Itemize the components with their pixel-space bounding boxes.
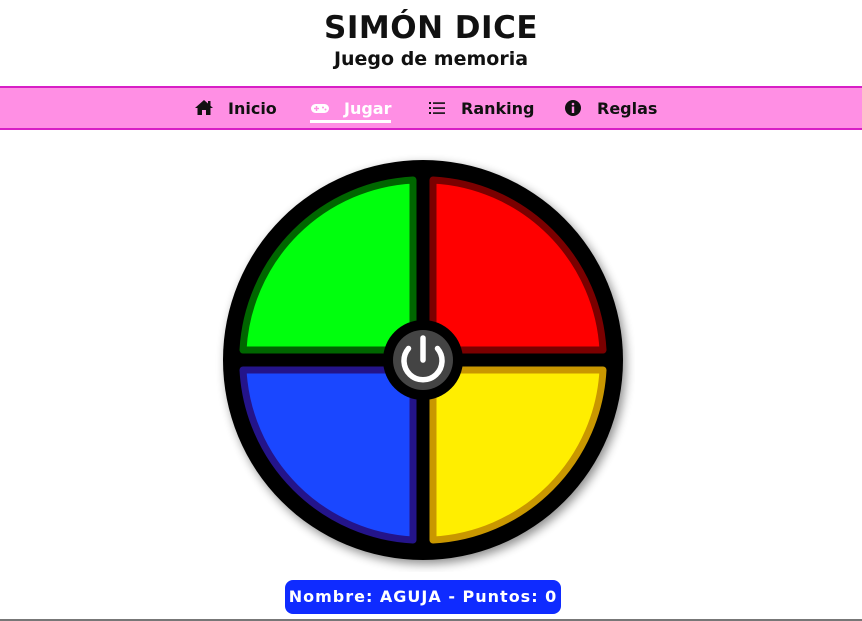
list-icon (427, 98, 447, 118)
green-pad[interactable] (239, 176, 417, 354)
status-badge: Nombre: AGUJA - Puntos: 0 (285, 580, 561, 614)
nav-item-reglas[interactable]: Reglas (563, 88, 657, 128)
info-icon (563, 98, 583, 118)
page-title: SIMÓN DICE (324, 10, 538, 46)
nav-label-ranking: Ranking (461, 98, 535, 118)
nav-label-inicio: Inicio (228, 98, 277, 118)
nav-label-jugar: Jugar (344, 98, 392, 118)
power-button[interactable] (383, 320, 463, 400)
gamepad-icon (310, 98, 330, 118)
home-icon (194, 98, 214, 118)
nav-label-reglas: Reglas (597, 98, 658, 118)
nav-item-inicio[interactable]: Inicio (194, 88, 277, 128)
header: SIMÓN DICE Juego de memoria (0, 0, 862, 86)
navbar: Inicio Jugar Ranking Reglas (0, 86, 862, 130)
yellow-pad[interactable] (429, 366, 607, 544)
nav-item-ranking[interactable]: Ranking (427, 88, 534, 128)
simon-board (215, 152, 635, 572)
red-pad[interactable] (429, 176, 607, 354)
nav-item-jugar[interactable]: Jugar (310, 88, 392, 128)
page-subtitle: Juego de memoria (333, 48, 529, 70)
blue-pad[interactable] (239, 366, 417, 544)
active-underline (310, 120, 392, 123)
